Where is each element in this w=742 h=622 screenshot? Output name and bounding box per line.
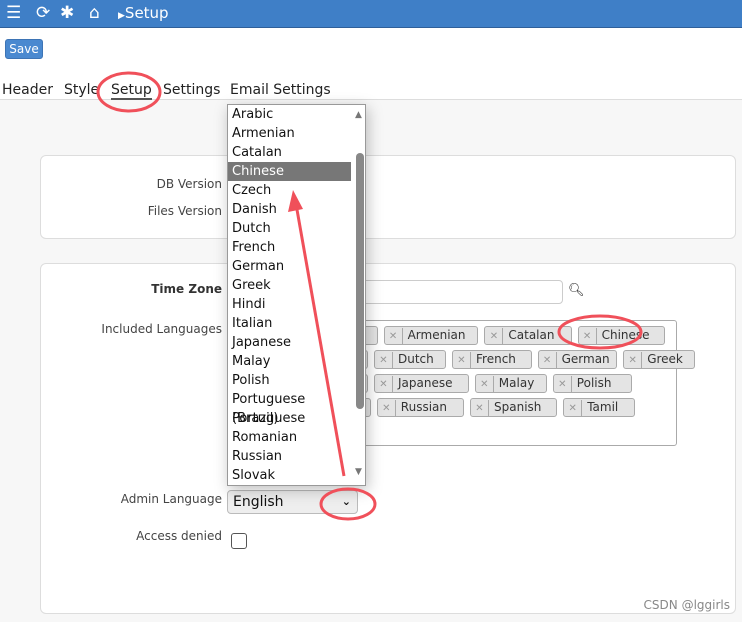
language-tag: ✕ Chinese: [577, 326, 665, 345]
dropdown-option[interactable]: Slovak: [228, 466, 351, 485]
dropdown-option[interactable]: Portuguese (Brazil): [228, 390, 351, 426]
language-tag: ✕ Malay: [474, 374, 547, 393]
dropdown-option[interactable]: Japanese: [228, 333, 351, 352]
breadcrumb: ▶Setup: [118, 4, 169, 22]
dropdown-option[interactable]: Italian: [228, 314, 351, 333]
dropdown-option[interactable]: Malay: [228, 352, 351, 371]
remove-tag-icon[interactable]: ✕: [471, 400, 489, 417]
files-version-label: Files Version: [147, 204, 222, 218]
top-bar: ☰ ⟳ ✱ ⌂ ▶Setup: [0, 0, 742, 28]
dropdown-option[interactable]: Portuguese: [228, 409, 351, 428]
dropdown-option[interactable]: Romanian: [228, 428, 351, 447]
remove-tag-icon[interactable]: ✕: [554, 376, 572, 393]
language-tag-label: French: [476, 352, 516, 366]
remove-tag-icon[interactable]: ✕: [375, 376, 393, 393]
tab-header[interactable]: Header: [2, 82, 53, 98]
language-tag-label: Dutch: [398, 352, 434, 366]
remove-tag-icon[interactable]: ✕: [378, 400, 396, 417]
language-tag: ✕ Spanish: [470, 398, 558, 417]
scroll-down-icon[interactable]: ▼: [355, 467, 362, 477]
tab-bar: Header Style Setup Settings Email Settin…: [0, 82, 742, 101]
language-tag: ✕ Tamil: [563, 398, 636, 417]
admin-language-label: Admin Language: [120, 492, 222, 506]
scroll-up-icon[interactable]: ▲: [355, 110, 362, 120]
dropdown-option[interactable]: Armenian: [228, 124, 351, 143]
dropdown-option[interactable]: Polish: [228, 371, 351, 390]
dropdown-option[interactable]: French: [228, 238, 351, 257]
chevron-down-icon: ⌄: [341, 495, 351, 508]
admin-language-select[interactable]: English ⌄: [227, 490, 358, 514]
language-tag-label: Armenian: [407, 328, 466, 342]
tab-style[interactable]: Style: [64, 82, 99, 98]
home-icon[interactable]: ⌂: [89, 3, 100, 23]
language-tag: ✕ Dutch: [374, 350, 446, 369]
dropdown-option[interactable]: Greek: [228, 276, 351, 295]
dropdown-option[interactable]: Chinese: [228, 162, 351, 181]
language-tag-label: Spanish: [494, 400, 542, 414]
remove-tag-icon[interactable]: ✕: [624, 352, 643, 369]
language-tag-label: German: [561, 352, 610, 366]
tab-email-settings[interactable]: Email Settings: [230, 82, 331, 98]
language-tag: ✕ German: [537, 350, 618, 369]
included-languages-label: Included Languages: [101, 322, 222, 336]
language-tag-label: Catalan: [508, 328, 555, 342]
language-tag: ✕ Polish: [552, 374, 633, 393]
access-denied-checkbox[interactable]: [231, 533, 247, 549]
dropdown-option[interactable]: Czech: [228, 181, 351, 200]
remove-tag-icon[interactable]: ✕: [539, 352, 557, 369]
language-tag-label: Polish: [576, 376, 612, 390]
remove-tag-icon[interactable]: ✕: [375, 352, 393, 369]
language-tag: ✕ Russian: [376, 398, 464, 417]
menu-icon[interactable]: ☰: [6, 3, 21, 23]
language-tag: ✕ Catalan: [484, 326, 572, 345]
remove-tag-icon[interactable]: ✕: [485, 328, 504, 345]
tab-setup[interactable]: Setup: [111, 82, 152, 101]
language-tag-label: Tamil: [587, 400, 619, 414]
dropdown-option[interactable]: Russian: [228, 447, 351, 466]
language-tag-label: Japanese: [398, 376, 453, 390]
version-panel: [40, 155, 736, 239]
language-tag: ✕ Japanese: [374, 374, 469, 393]
bug-icon[interactable]: ✱: [60, 3, 74, 23]
admin-language-value: English: [233, 494, 284, 510]
search-icon[interactable]: 🔍︎: [568, 283, 585, 298]
access-denied-label: Access denied: [136, 529, 222, 543]
tab-settings[interactable]: Settings: [163, 82, 220, 98]
remove-tag-icon[interactable]: ✕: [385, 328, 403, 345]
save-button[interactable]: Save: [5, 39, 43, 59]
language-dropdown-list[interactable]: Arabic Armenian Catalan Chinese Czech Danish D…: [227, 104, 366, 486]
language-tag-label: Greek: [647, 352, 683, 366]
language-tag-label: Malay: [498, 376, 535, 390]
language-tag: ✕ Armenian: [383, 326, 479, 345]
scrollbar-thumb[interactable]: [356, 153, 364, 409]
language-tag-label: Russian: [400, 400, 447, 414]
watermark: CSDN @lggirls: [643, 598, 730, 612]
language-tag-label: Chinese: [601, 328, 650, 342]
refresh-icon[interactable]: ⟳: [36, 3, 50, 23]
dropdown-option[interactable]: Danish: [228, 200, 351, 219]
remove-tag-icon[interactable]: ✕: [476, 376, 494, 393]
dropdown-option[interactable]: Arabic: [228, 105, 351, 124]
dropdown-option[interactable]: Hindi: [228, 295, 351, 314]
dropdown-scrollbar[interactable]: ▲ ▼: [354, 105, 365, 485]
dropdown-option[interactable]: Catalan: [228, 143, 351, 162]
db-version-label: DB Version: [156, 177, 222, 191]
dropdown-option[interactable]: Dutch: [228, 219, 351, 238]
language-tag: ✕ French: [452, 350, 532, 369]
caret-right-icon: ▶: [118, 11, 125, 21]
remove-tag-icon[interactable]: ✕: [453, 352, 471, 369]
remove-tag-icon[interactable]: ✕: [579, 328, 597, 345]
remove-tag-icon[interactable]: ✕: [564, 400, 583, 417]
language-tag: ✕ Greek: [623, 350, 696, 369]
dropdown-option[interactable]: German: [228, 257, 351, 276]
breadcrumb-setup: Setup: [124, 4, 169, 22]
time-zone-label: Time Zone: [151, 282, 222, 296]
